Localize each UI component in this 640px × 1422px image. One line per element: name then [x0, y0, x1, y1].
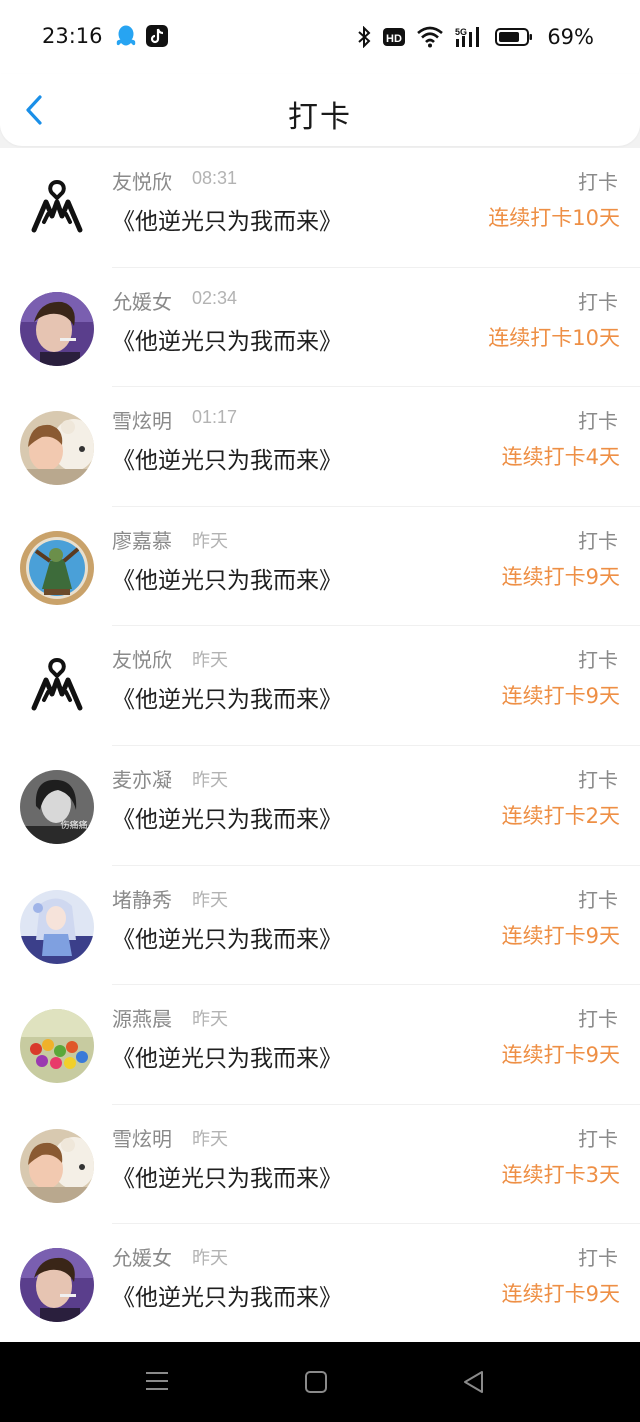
checkin-time: 昨天: [192, 530, 228, 551]
list-item[interactable]: 廖嘉慕 昨天《他逆光只为我而来》 打卡连续打卡9天: [0, 507, 640, 627]
list-item[interactable]: 允媛女 昨天《他逆光只为我而来》 打卡连续打卡9天: [0, 1224, 640, 1342]
book-title: 《他逆光只为我而来》: [112, 687, 342, 714]
list-item[interactable]: 伤痛痛 麦亦凝 昨天《他逆光只为我而来》 打卡连续打卡2天: [0, 746, 640, 866]
list-item[interactable]: 源燕晨 昨天《他逆光只为我而来》 打卡连续打卡9天: [0, 985, 640, 1105]
avatar[interactable]: [20, 1248, 94, 1323]
user-name: 允媛女: [112, 289, 172, 314]
wifi-icon: [417, 26, 444, 48]
menu-icon[interactable]: [146, 1371, 168, 1391]
action-label: 打卡: [578, 170, 618, 194]
avatar[interactable]: [20, 411, 94, 486]
5g-signal-icon: 5G: [455, 27, 480, 47]
streak-label: 连续打卡10天: [488, 325, 620, 350]
action-label: 打卡: [578, 1246, 618, 1271]
avatar[interactable]: [20, 291, 94, 366]
checkin-time: 昨天: [192, 1128, 228, 1149]
avatar[interactable]: [20, 650, 94, 725]
user-name: 友悦欣: [112, 648, 172, 673]
book-title: 《他逆光只为我而来》: [112, 806, 342, 833]
svg-text:HD: HD: [386, 33, 402, 45]
user-name: 源燕晨: [112, 1007, 172, 1032]
action-label: 打卡: [578, 767, 618, 792]
avatar[interactable]: [20, 1009, 94, 1084]
user-name: 友悦欣: [112, 170, 172, 194]
status-icons: HD 5G 69%: [357, 24, 594, 50]
list-item[interactable]: 友悦欣 08:31 《他逆光只为我而来》 打卡连续打卡10天: [0, 148, 640, 268]
streak-label: 连续打卡3天: [501, 1162, 620, 1187]
book-title: 《他逆光只为我而来》: [112, 1285, 342, 1312]
streak-label: 连续打卡9天: [501, 923, 620, 948]
checkin-time: 02:34: [192, 287, 238, 308]
list-item[interactable]: 雪炫明 昨天《他逆光只为我而来》 打卡连续打卡3天: [0, 1105, 640, 1225]
book-title: 《他逆光只为我而来》: [112, 209, 342, 235]
svg-text:伤痛痛: 伤痛痛: [60, 819, 87, 831]
streak-label: 连续打卡2天: [501, 803, 620, 828]
checkin-time: 昨天: [192, 889, 228, 910]
streak-label: 连续打卡4天: [501, 445, 620, 470]
action-label: 打卡: [578, 528, 618, 553]
status-bar: 23:16 HD 5G 69%: [0, 0, 640, 74]
avatar[interactable]: [20, 172, 94, 246]
system-nav-bar: [0, 1342, 640, 1422]
checkin-time: 昨天: [192, 1009, 228, 1030]
svg-text:5G: 5G: [455, 27, 467, 37]
checkin-time: 昨天: [192, 650, 228, 671]
streak-label: 连续打卡9天: [501, 1043, 620, 1068]
user-name: 麦亦凝: [112, 767, 172, 792]
qq-icon: [116, 25, 136, 46]
avatar[interactable]: [20, 1128, 94, 1203]
streak-label: 连续打卡9天: [501, 684, 620, 709]
action-label: 打卡: [578, 887, 618, 912]
user-name: 允媛女: [112, 1246, 172, 1271]
list-item[interactable]: 允媛女 02:34 《他逆光只为我而来》 打卡连续打卡10天: [0, 268, 640, 388]
back-triangle-icon[interactable]: [462, 1370, 486, 1394]
avatar[interactable]: [20, 530, 94, 605]
page-title: 打卡: [288, 100, 352, 135]
book-title: 《他逆光只为我而来》: [112, 1165, 342, 1192]
avatar[interactable]: [20, 889, 94, 964]
page-header: 打卡: [0, 74, 640, 146]
user-name: 雪炫明: [112, 1126, 172, 1151]
book-title: 《他逆光只为我而来》: [112, 567, 342, 594]
action-label: 打卡: [578, 648, 618, 673]
streak-label: 连续打卡9天: [501, 1282, 620, 1307]
book-title: 《他逆光只为我而来》: [112, 1046, 342, 1073]
list-item[interactable]: 友悦欣 昨天《他逆光只为我而来》 打卡连续打卡9天: [0, 626, 640, 746]
checkin-list: 友悦欣 08:31 《他逆光只为我而来》 打卡 连续打卡10天 允媛女 02:34 《他逆光只…: [0, 148, 640, 1342]
action-label: 打卡: [578, 1126, 618, 1151]
book-title: 《他逆光只为我而来》: [112, 448, 342, 475]
checkin-time: 08:31: [192, 168, 238, 188]
hd-icon: HD: [383, 28, 406, 46]
streak-label: 连续打卡10天: [488, 206, 620, 230]
book-title: 《他逆光只为我而来》: [112, 328, 342, 355]
tiktok-icon: [146, 25, 168, 47]
user-name: 廖嘉慕: [112, 528, 172, 553]
checkin-time: 昨天: [192, 1248, 228, 1269]
checkin-time: 昨天: [192, 769, 228, 790]
status-time: 23:16: [42, 24, 103, 48]
streak-label: 连续打卡9天: [501, 564, 620, 589]
bluetooth-icon: [358, 26, 371, 48]
home-icon[interactable]: [305, 1371, 327, 1393]
battery-percent: 69%: [547, 25, 594, 49]
battery-icon: [495, 28, 533, 46]
checkin-time: 01:17: [192, 407, 238, 428]
list-item[interactable]: 堵静秀 昨天《他逆光只为我而来》 打卡连续打卡9天: [0, 866, 640, 986]
avatar[interactable]: 伤痛痛: [20, 769, 94, 844]
action-label: 打卡: [578, 289, 618, 314]
action-label: 打卡: [578, 409, 618, 434]
user-name: 雪炫明: [112, 409, 172, 434]
list-item[interactable]: 雪炫明 01:17 《他逆光只为我而来》 打卡连续打卡4天: [0, 387, 640, 507]
book-title: 《他逆光只为我而来》: [112, 926, 342, 953]
action-label: 打卡: [578, 1007, 618, 1032]
user-name: 堵静秀: [112, 887, 172, 912]
